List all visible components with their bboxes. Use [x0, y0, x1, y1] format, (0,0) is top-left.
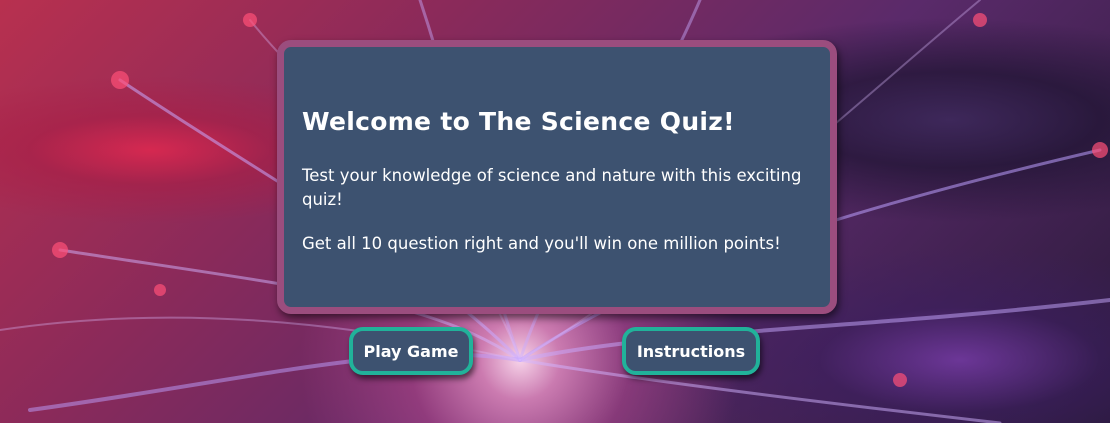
play-game-button[interactable]: Play Game [349, 327, 473, 375]
welcome-card: Welcome to The Science Quiz! Test your k… [277, 40, 837, 314]
welcome-heading: Welcome to The Science Quiz! [302, 107, 735, 136]
instructions-button[interactable]: Instructions [622, 327, 760, 375]
intro-text: Test your knowledge of science and natur… [302, 166, 802, 209]
goal-text: Get all 10 question right and you'll win… [302, 234, 781, 253]
